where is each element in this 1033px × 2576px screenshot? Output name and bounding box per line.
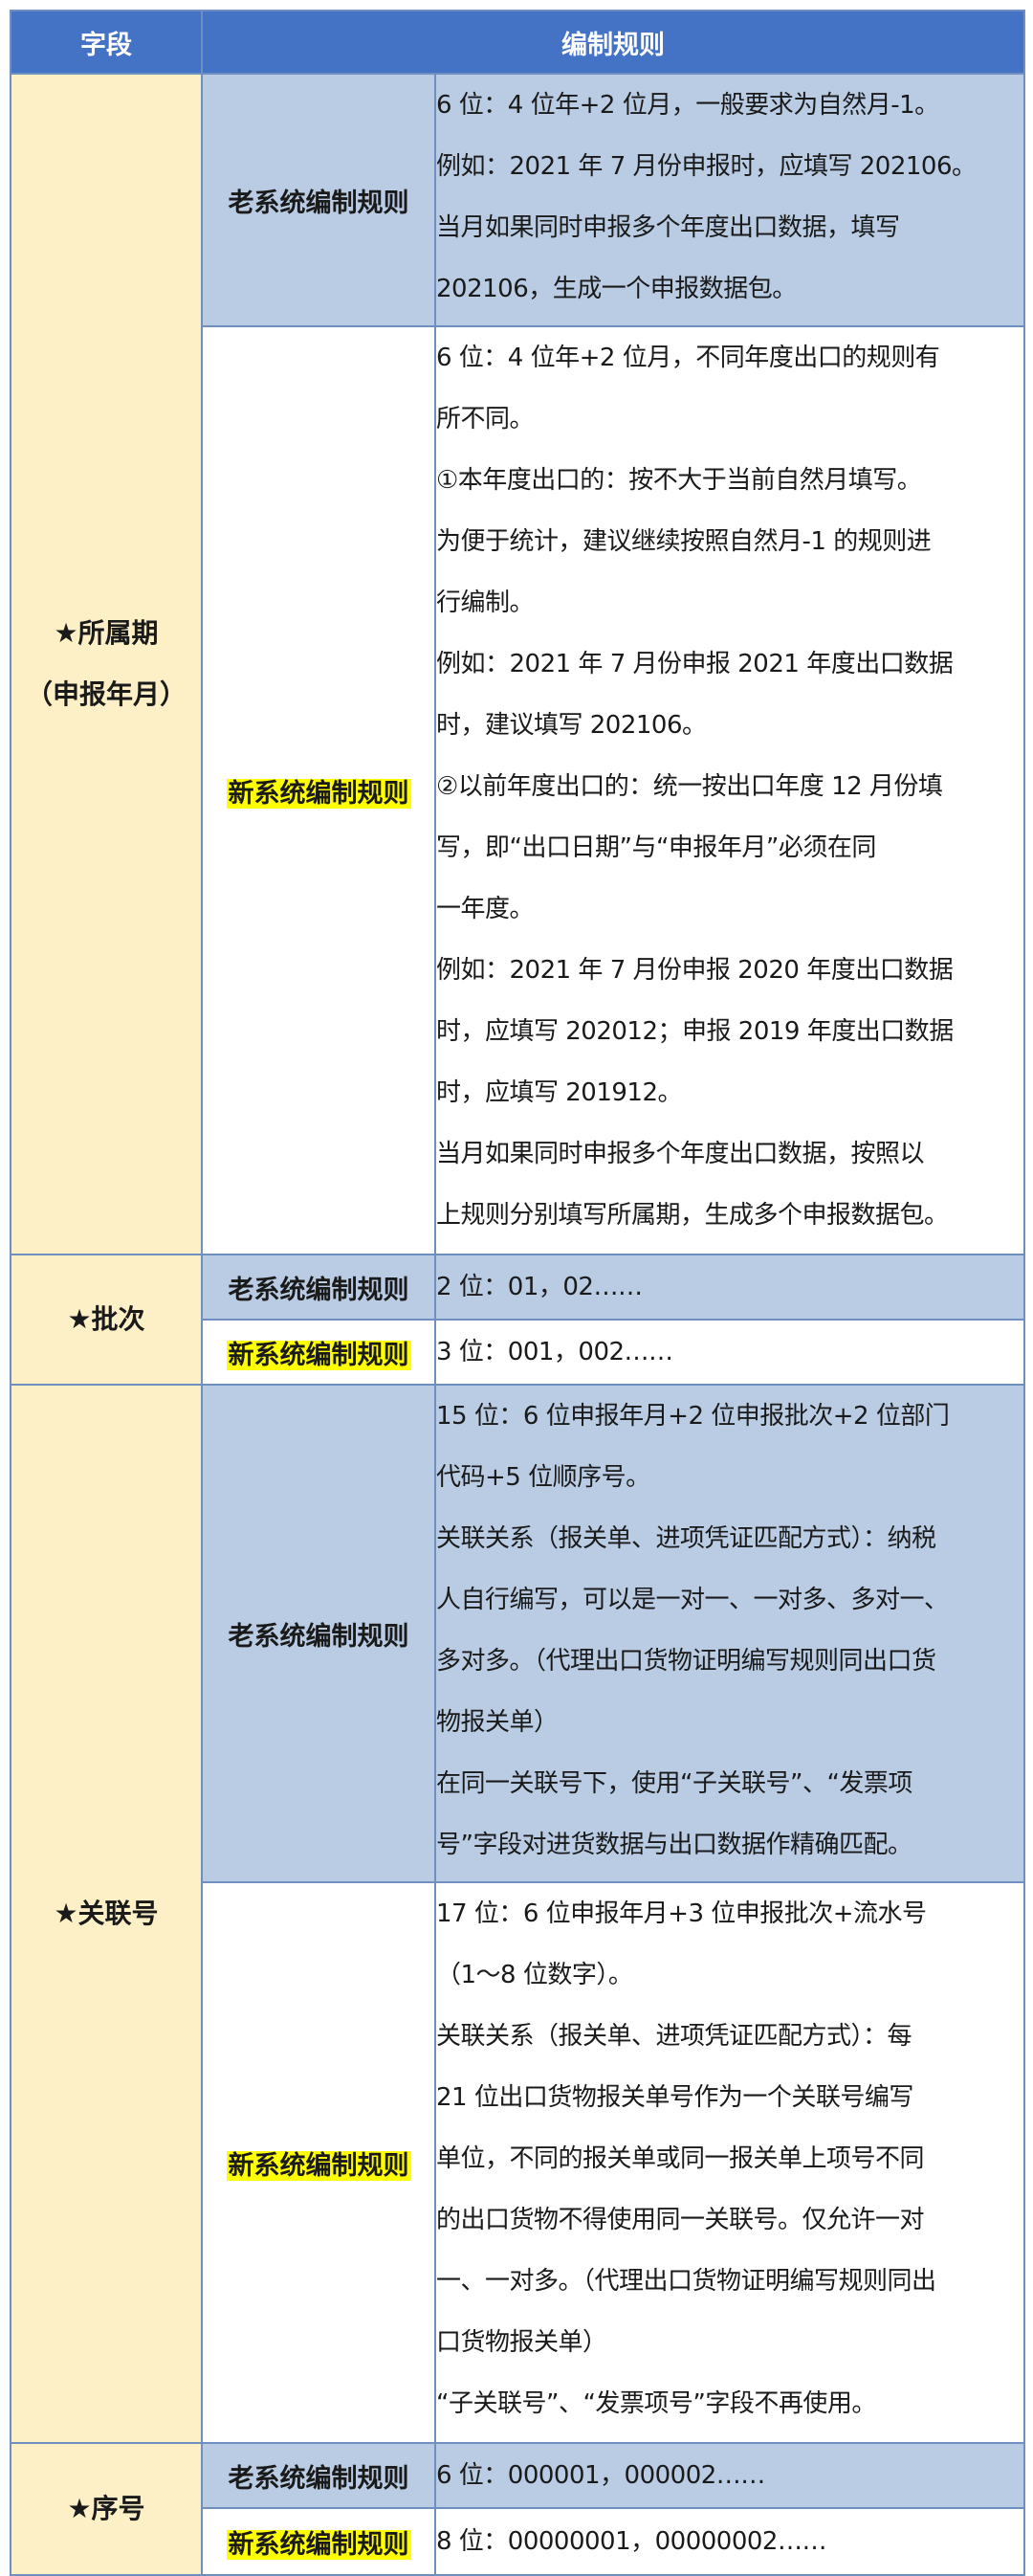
batch-old-rule: 2 位：01，02…… <box>434 1254 1025 1321</box>
field-batch: ★批次 <box>10 1254 203 1386</box>
rule-line: 202106，生成一个申报数据包。 <box>436 275 797 303</box>
old-system-label: 老系统编制规则 <box>201 73 436 327</box>
rule-line: 写，即“出口日期”与“申报年月”必须在同 <box>436 833 876 862</box>
rule-line: 例如：2021 年 7 月份申报时，应填写 202106。 <box>436 152 977 181</box>
new-system-label: 新系统编制规则 <box>201 2507 436 2576</box>
rule-line: 为便于统计，建议继续按照自然月-1 的规则进 <box>436 527 932 556</box>
rule-line: “子关联号”、“发票项号”字段不再使用。 <box>436 2389 876 2418</box>
rule-line: 的出口货物不得使用同一关联号。仅允许一对 <box>436 2206 925 2234</box>
field-seq: ★序号 <box>10 2442 203 2576</box>
rule-line: 单位，不同的报关单或同一报关单上项号不同 <box>436 2144 925 2173</box>
header-row: 字段 编制规则 <box>10 10 1025 75</box>
rule-line: 时，应填写 201912。 <box>436 1078 683 1107</box>
seq-new-rule: 8 位：00000001，00000002…… <box>434 2507 1025 2576</box>
rule-line: （1～8 位数字）。 <box>436 1961 633 1989</box>
rule-line: 时，应填写 202012；申报 2019 年度出口数据 <box>436 1017 954 1046</box>
rule-line: ②以前年度出口的：统一按出口年度 12 月份填 <box>436 772 943 801</box>
rule-line: 一、一对多。（代理出口货物证明编写规则同出 <box>436 2267 936 2296</box>
new-system-label-highlight: 新系统编制规则 <box>226 778 411 809</box>
rule-line: 代码+5 位顺序号。 <box>436 1463 650 1492</box>
period-new-rule: 6 位：4 位年+2 位月，不同年度出口的规则有 所不同。 ①本年度出口的：按不… <box>434 325 1025 1255</box>
rule-line: 行编制。 <box>436 588 535 617</box>
new-system-label: 新系统编制规则 <box>201 325 436 1255</box>
link-new-rule: 17 位：6 位申报年月+3 位申报批次+流水号 （1～8 位数字）。 关联关系… <box>434 1881 1025 2444</box>
rules-table: 字段 编制规则 ★所属期 （申报年月） 老系统编制规则 6 位：4 位年+2 位… <box>10 10 1025 2576</box>
rule-line: 6 位：4 位年+2 位月，不同年度出口的规则有 <box>436 344 940 372</box>
period-old-row: ★所属期 （申报年月） 老系统编制规则 6 位：4 位年+2 位月，一般要求为自… <box>10 73 1025 1255</box>
rule-line: 人自行编写，可以是一对一、一对多、多对一、 <box>436 1586 949 1614</box>
rule-line: 例如：2021 年 7 月份申报 2020 年度出口数据 <box>436 956 954 985</box>
old-system-label: 老系统编制规则 <box>201 1254 436 1321</box>
new-system-label-highlight: 新系统编制规则 <box>226 1340 411 1370</box>
rule-line: 21 位出口货物报关单号作为一个关联号编写 <box>436 2083 913 2112</box>
batch-old-row: ★批次 老系统编制规则 2 位：01，02…… <box>10 1254 1025 1386</box>
rule-line: 17 位：6 位申报年月+3 位申报批次+流水号 <box>436 1899 927 1928</box>
new-system-label-highlight: 新系统编制规则 <box>226 2529 411 2560</box>
new-system-label: 新系统编制规则 <box>201 1319 436 1386</box>
link-old-row: ★关联号 老系统编制规则 15 位：6 位申报年月+2 位申报批次+2 位部门 … <box>10 1384 1025 2444</box>
rule-line: 时，建议填写 202106。 <box>436 711 707 740</box>
link-old-rule: 15 位：6 位申报年月+2 位申报批次+2 位部门 代码+5 位顺序号。 关联… <box>434 1384 1025 1883</box>
rule-line: 号”字段对进货数据与出口数据作精确匹配。 <box>436 1831 912 1859</box>
rule-line: 关联关系（报关单、进项凭证匹配方式）：每 <box>436 2022 912 2051</box>
header-rules: 编制规则 <box>201 10 1025 75</box>
batch-new-rule: 3 位：001，002…… <box>434 1319 1025 1386</box>
rule-line: 当月如果同时申报多个年度出口数据，按照以 <box>436 1140 925 1168</box>
rule-line: 在同一关联号下，使用“子关联号”、“发票项 <box>436 1769 912 1798</box>
rule-line: 6 位：4 位年+2 位月，一般要求为自然月-1。 <box>436 91 939 120</box>
period-old-rule: 6 位：4 位年+2 位月，一般要求为自然月-1。 例如：2021 年 7 月份… <box>434 73 1025 327</box>
rule-line: 一年度。 <box>436 895 535 923</box>
rule-line: 上规则分别填写所属期，生成多个申报数据包。 <box>436 1201 949 1230</box>
old-system-label: 老系统编制规则 <box>201 2442 436 2509</box>
rule-line: 多对多。（代理出口货物证明编写规则同出口货 <box>436 1647 936 1676</box>
field-period: ★所属期 （申报年月） <box>10 73 203 1255</box>
seq-old-row: ★序号 老系统编制规则 6 位：000001，000002…… <box>10 2442 1025 2576</box>
field-link: ★关联号 <box>10 1384 203 2444</box>
field-period-subtitle: （申报年月） <box>25 678 187 710</box>
rule-line: 物报关单） <box>436 1708 559 1737</box>
field-period-title: ★所属期 <box>54 617 159 649</box>
rule-line: 15 位：6 位申报年月+2 位申报批次+2 位部门 <box>436 1402 950 1431</box>
old-system-label: 老系统编制规则 <box>201 1384 436 1883</box>
rule-line: 口货物报关单） <box>436 2328 607 2357</box>
header-field: 字段 <box>10 10 203 75</box>
rule-line: 关联关系（报关单、进项凭证匹配方式）：纳税 <box>436 1524 936 1553</box>
rule-line: 所不同。 <box>436 405 535 433</box>
new-system-label: 新系统编制规则 <box>201 1881 436 2444</box>
rule-line: 例如：2021 年 7 月份申报 2021 年度出口数据 <box>436 650 954 678</box>
seq-old-rule: 6 位：000001，000002…… <box>434 2442 1025 2509</box>
rule-line: ①本年度出口的：按不大于当前自然月填写。 <box>436 466 922 495</box>
new-system-label-highlight: 新系统编制规则 <box>226 2150 411 2181</box>
rule-line: 当月如果同时申报多个年度出口数据，填写 <box>436 213 900 242</box>
